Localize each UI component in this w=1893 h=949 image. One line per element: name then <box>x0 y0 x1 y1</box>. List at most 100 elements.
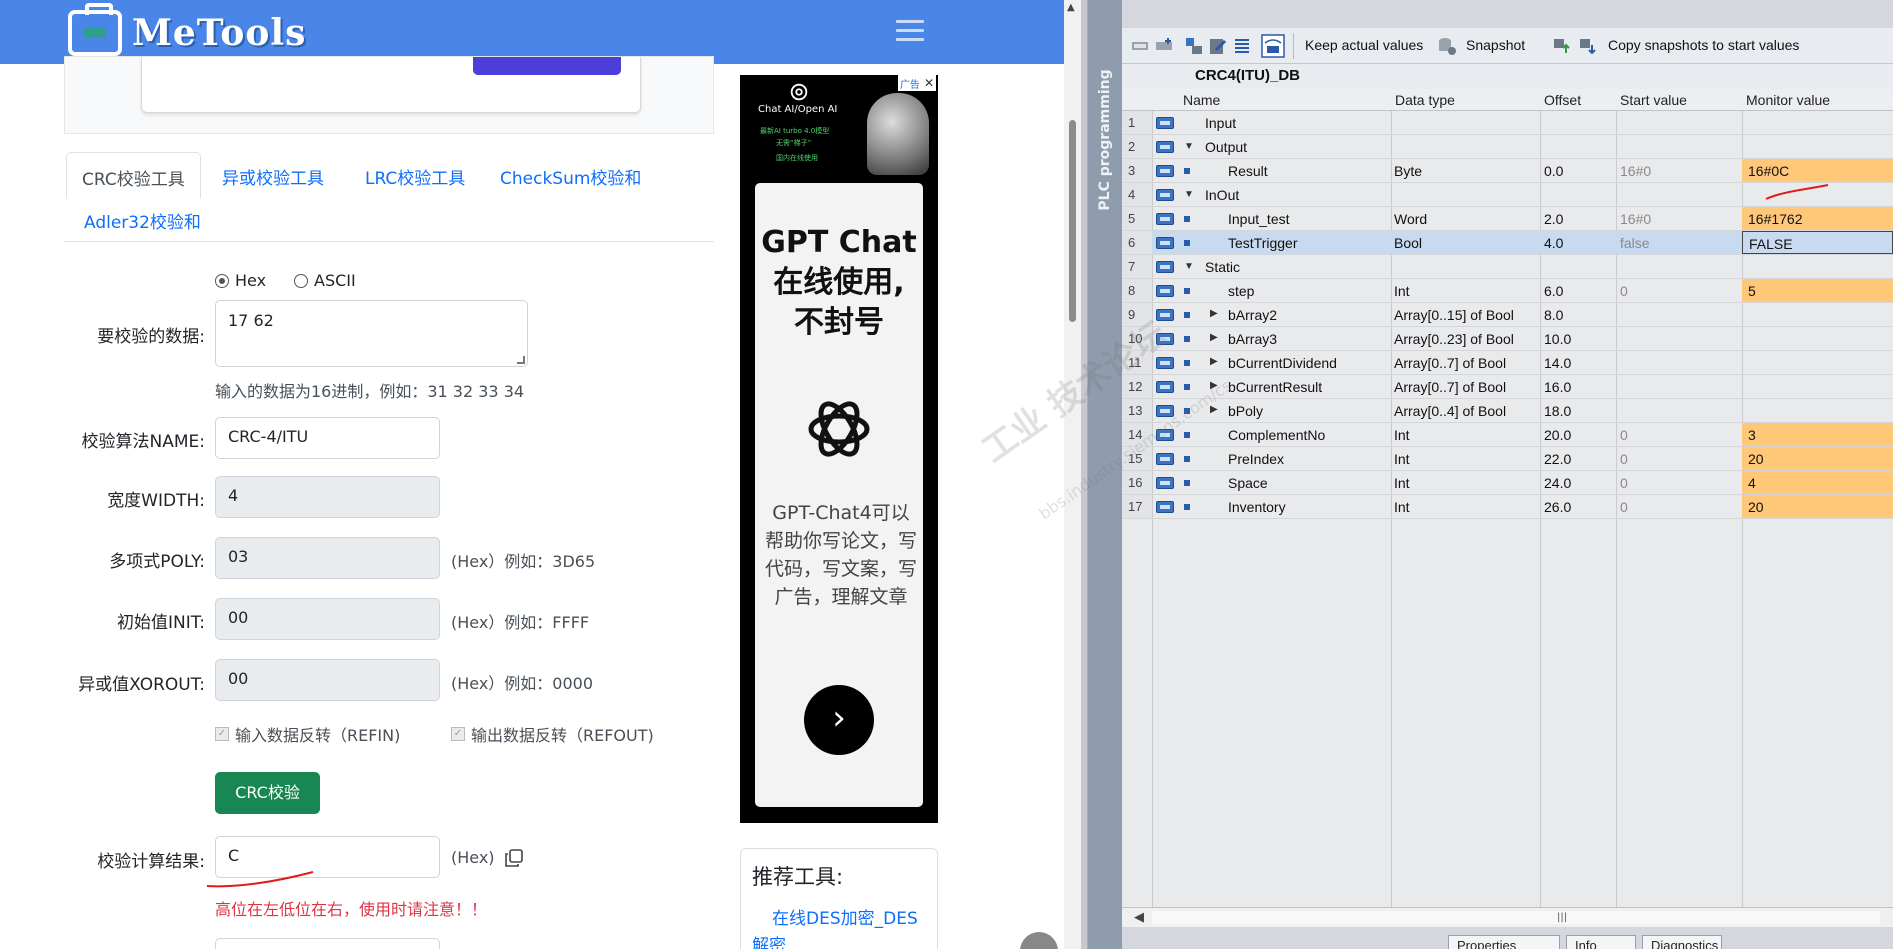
scrollbar-thumb[interactable] <box>1069 120 1076 322</box>
menu-icon[interactable] <box>896 20 924 42</box>
copy-to-start-icon[interactable] <box>1552 36 1572 56</box>
next-input[interactable] <box>215 938 440 949</box>
tab-diagnostics[interactable]: Diagnostics <box>1642 935 1722 949</box>
table-row[interactable]: 8 step Int 6.0 0 5 <box>1122 279 1893 303</box>
page-scrollbar[interactable]: ▲ <box>1064 0 1081 949</box>
column-header-start[interactable]: Start value <box>1620 92 1687 108</box>
scroll-left-arrow-icon[interactable]: ◀ <box>1134 910 1144 925</box>
cell-start-value[interactable]: 0 <box>1620 427 1628 443</box>
refin-checkbox[interactable]: ✓ 输入数据反转（REFIN) <box>215 722 400 746</box>
column-header-offset[interactable]: Offset <box>1544 92 1581 108</box>
add-row-icon[interactable] <box>1154 36 1174 56</box>
cell-start-value[interactable]: 0 <box>1620 451 1628 467</box>
cell-start-value[interactable]: 0 <box>1620 283 1628 299</box>
cell-monitor-value[interactable] <box>1742 135 1893 158</box>
ad-card[interactable]: GPT Chat 在线使用, 不封号 GPT-Chat4可以帮助你写论文，写代码… <box>755 183 923 807</box>
cell-name[interactable]: Static <box>1205 259 1240 275</box>
cell-monitor-value[interactable] <box>1742 327 1893 350</box>
cell-type[interactable]: Array[0..7] of Bool <box>1394 379 1506 395</box>
cell-name[interactable]: Input <box>1205 115 1236 131</box>
back-to-top-button[interactable] <box>1020 932 1058 949</box>
cell-monitor-value[interactable]: 20 <box>1742 447 1893 470</box>
table-row[interactable]: 7 ▼ Static <box>1122 255 1893 279</box>
expand-arrow-icon[interactable]: ▼ <box>1184 189 1194 200</box>
cell-name[interactable]: ComplementNo <box>1228 427 1325 443</box>
load-snapshot-icon[interactable] <box>1578 36 1598 56</box>
cell-monitor-value[interactable] <box>1742 375 1893 398</box>
cell-monitor-value[interactable] <box>1742 111 1893 134</box>
pane-divider[interactable] <box>1081 0 1088 949</box>
close-icon[interactable]: ✕ <box>924 76 934 90</box>
cell-name[interactable]: Input_test <box>1228 211 1290 227</box>
site-logo[interactable]: MeTools <box>68 3 306 56</box>
cell-name[interactable]: bCurrentResult <box>1228 379 1322 395</box>
cell-monitor-value[interactable] <box>1742 399 1893 422</box>
cell-monitor-value[interactable]: FALSE <box>1742 231 1893 254</box>
database-icon[interactable] <box>1437 36 1457 56</box>
collapse-arrow-icon[interactable]: ▶ <box>1210 356 1218 367</box>
tab-info[interactable]: Info <box>1566 935 1636 949</box>
expand-icon[interactable] <box>1184 36 1204 56</box>
column-header-monitor[interactable]: Monitor value <box>1746 92 1830 108</box>
list-icon[interactable] <box>1232 36 1252 56</box>
table-row[interactable]: 5 Input_test Word 2.0 16#0 16#1762 <box>1122 207 1893 231</box>
cell-name[interactable]: bCurrentDividend <box>1228 355 1337 371</box>
format-ascii-radio[interactable]: ASCII <box>294 271 356 290</box>
expand-arrow-icon[interactable]: ▼ <box>1184 141 1194 152</box>
tab-adler32[interactable]: Adler32校验和 <box>84 208 201 233</box>
tab-xor[interactable]: 异或校验工具 <box>222 164 324 189</box>
collapse-arrow-icon[interactable]: ▶ <box>1210 380 1218 391</box>
scrollbar-thumb[interactable]: ||| <box>1152 911 1880 924</box>
cell-name[interactable]: Space <box>1228 475 1268 491</box>
cell-type[interactable]: Int <box>1394 283 1410 299</box>
cell-name[interactable]: InOut <box>1205 187 1239 203</box>
table-row[interactable]: 10 ▶ bArray3 Array[0..23] of Bool 10.0 <box>1122 327 1893 351</box>
cell-start-value[interactable]: 16#0 <box>1620 211 1651 227</box>
collapse-arrow-icon[interactable]: ▶ <box>1210 308 1218 319</box>
cell-start-value[interactable]: 16#0 <box>1620 163 1651 179</box>
table-row[interactable]: 17 Inventory Int 26.0 0 20 <box>1122 495 1893 519</box>
cell-type[interactable]: Array[0..15] of Bool <box>1394 307 1514 323</box>
cell-monitor-value[interactable]: 16#0C <box>1742 159 1893 182</box>
cell-name[interactable]: bArray3 <box>1228 331 1277 347</box>
cell-name[interactable]: Result <box>1228 163 1268 179</box>
refout-checkbox[interactable]: ✓ 输出数据反转（REFOUT) <box>451 722 654 746</box>
cell-name[interactable]: bPoly <box>1228 403 1263 419</box>
cell-monitor-value[interactable] <box>1742 255 1893 278</box>
table-row[interactable]: 3 Result Byte 0.0 16#0 16#0C <box>1122 159 1893 183</box>
cell-start-value[interactable]: 0 <box>1620 475 1628 491</box>
keep-actual-values-button[interactable]: Keep actual values <box>1305 37 1423 53</box>
edit-icon[interactable] <box>1208 36 1228 56</box>
resize-handle-icon[interactable] <box>517 356 525 364</box>
tab-checksum[interactable]: CheckSum校验和 <box>500 164 641 189</box>
name-input[interactable]: CRC-4/ITU <box>215 417 440 459</box>
cell-type[interactable]: Bool <box>1394 235 1422 251</box>
table-row[interactable]: 6 TestTrigger Bool 4.0 false FALSE <box>1122 231 1893 255</box>
cell-monitor-value[interactable]: 5 <box>1742 279 1893 302</box>
ad-badge[interactable]: 广告 ✕ <box>897 75 936 91</box>
xorout-input[interactable]: 00 <box>215 659 440 701</box>
table-row[interactable]: 14 ComplementNo Int 20.0 0 3 <box>1122 423 1893 447</box>
cell-monitor-value[interactable]: 20 <box>1742 495 1893 518</box>
table-row[interactable]: 15 PreIndex Int 22.0 0 20 <box>1122 447 1893 471</box>
cell-name[interactable]: Output <box>1205 139 1247 155</box>
cell-name[interactable]: TestTrigger <box>1228 235 1298 251</box>
column-header-name[interactable]: Name <box>1183 92 1220 108</box>
collapse-arrow-icon[interactable]: ▶ <box>1210 332 1218 343</box>
snapshot-button[interactable]: Snapshot <box>1466 37 1525 53</box>
crc-check-button[interactable]: CRC校验 <box>215 772 320 814</box>
ad-banner[interactable]: Chat AI/Open AI 最新AI turbo 4.0模型 无需“梯子” … <box>740 75 938 823</box>
cell-type[interactable]: Word <box>1394 211 1427 227</box>
table-row[interactable]: 1 Input <box>1122 111 1893 135</box>
table-row[interactable]: 13 ▶ bPoly Array[0..4] of Bool 18.0 <box>1122 399 1893 423</box>
table-row[interactable]: 16 Space Int 24.0 0 4 <box>1122 471 1893 495</box>
data-textarea[interactable]: 17 62 <box>215 300 528 367</box>
chevron-right-icon[interactable]: › <box>804 685 874 755</box>
tab-lrc[interactable]: LRC校验工具 <box>365 164 465 189</box>
cell-type[interactable]: Byte <box>1394 163 1422 179</box>
horizontal-scrollbar[interactable]: ◀ ||| <box>1122 907 1893 927</box>
width-input[interactable]: 4 <box>215 476 440 518</box>
expand-arrow-icon[interactable]: ▼ <box>1184 261 1194 272</box>
cell-monitor-value[interactable] <box>1742 351 1893 374</box>
cell-type[interactable]: Int <box>1394 451 1410 467</box>
